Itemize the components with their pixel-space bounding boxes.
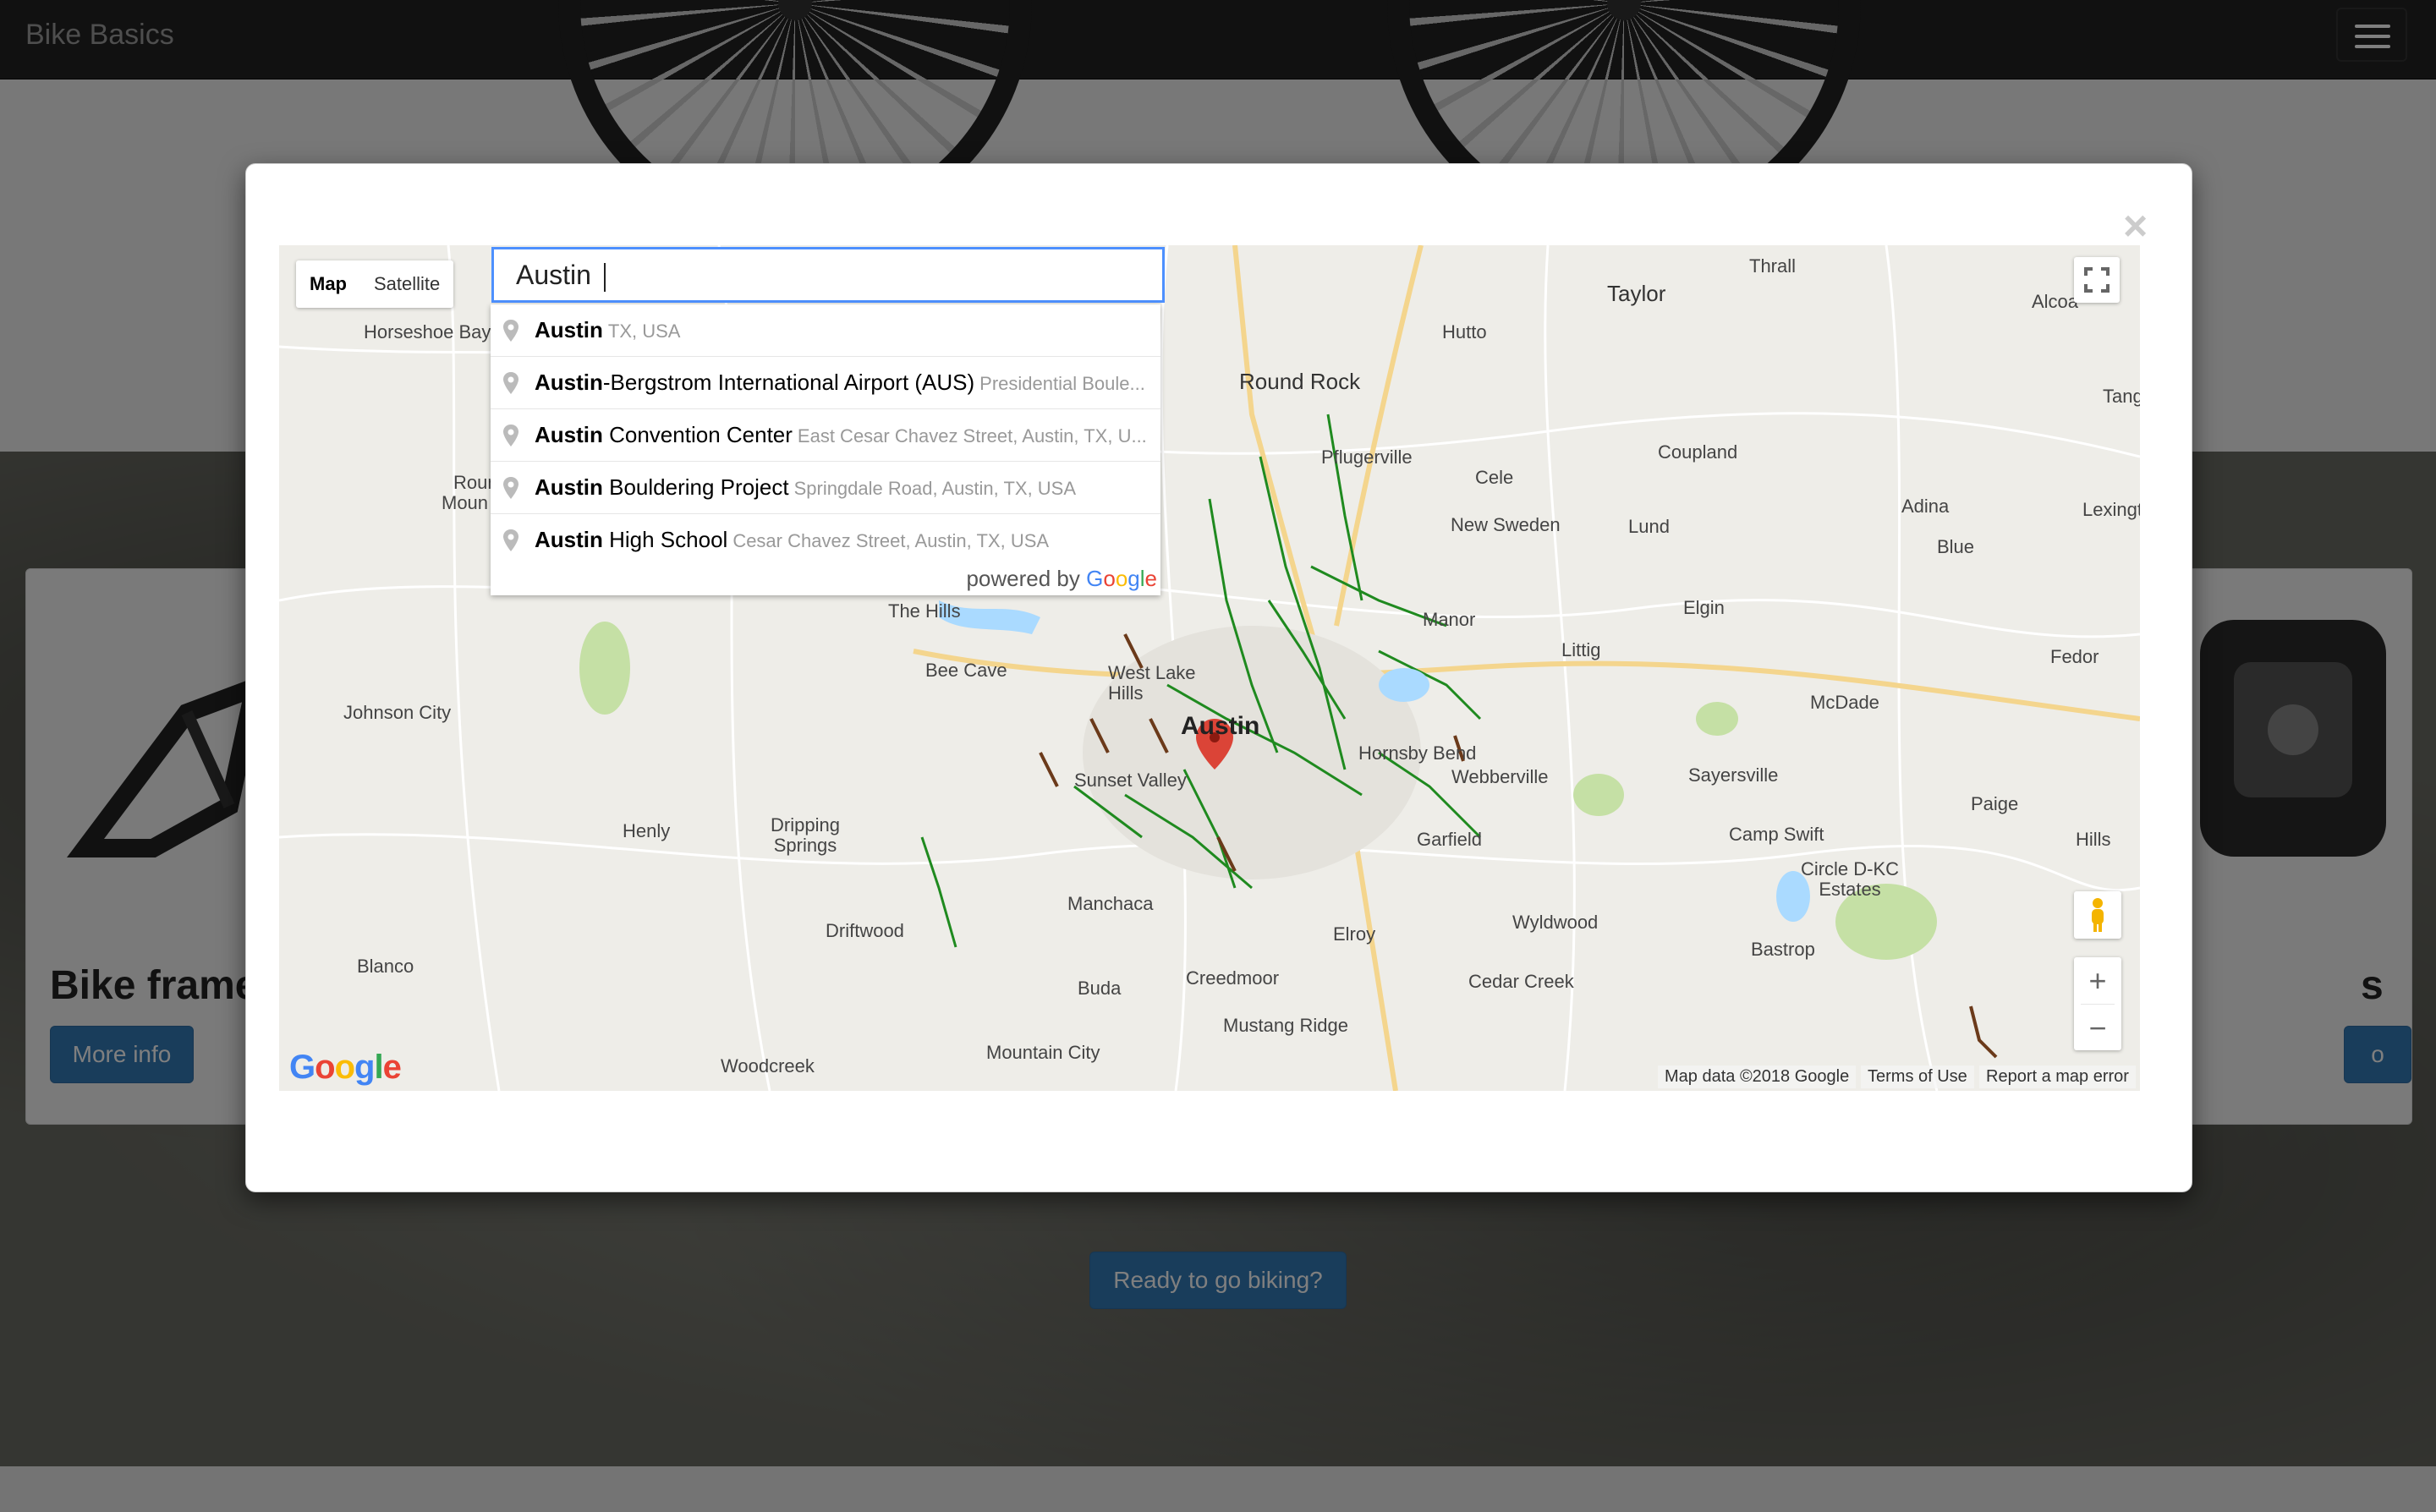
map-label-place: Circle D-KC Estates bbox=[1800, 858, 1900, 900]
fullscreen-icon[interactable] bbox=[2074, 257, 2120, 303]
google-map-logo[interactable]: Google bbox=[289, 1049, 402, 1087]
map-label-place: Blue bbox=[1937, 536, 1975, 557]
map-label-place: New Sweden bbox=[1451, 514, 1561, 535]
map-label-place: Cele bbox=[1475, 467, 1514, 488]
map-label-place: Manor bbox=[1423, 609, 1476, 630]
location-pin-icon bbox=[503, 372, 518, 394]
map-label-place: Taylor bbox=[1607, 281, 1666, 306]
map-label-place: McDade bbox=[1810, 692, 1879, 713]
terms-of-use-link[interactable]: Terms of Use bbox=[1861, 1066, 1974, 1088]
autocomplete-secondary: Presidential Boule... bbox=[979, 373, 1145, 394]
map-label-place: Alcoa bbox=[2032, 291, 2079, 312]
autocomplete-match: Austin bbox=[535, 370, 603, 395]
map-label-place: Hills bbox=[2076, 829, 2111, 850]
zoom-out-button[interactable]: − bbox=[2074, 1005, 2121, 1051]
powered-by-text: powered by bbox=[966, 566, 1080, 591]
map-label-place: Sunset Valley bbox=[1074, 770, 1187, 791]
map-label-place: Wyldwood bbox=[1512, 912, 1599, 933]
map-label-place: Hutto bbox=[1442, 321, 1487, 342]
map-label-place: Blanco bbox=[357, 956, 414, 977]
close-icon[interactable]: × bbox=[2123, 205, 2148, 247]
map-label-place: Coupland bbox=[1658, 441, 1738, 463]
map-type-control: Map Satellite bbox=[296, 260, 454, 308]
map-label-place: Mountain City bbox=[986, 1042, 1100, 1063]
pegman-icon[interactable] bbox=[2074, 891, 2121, 939]
map-label-place: Sayersville bbox=[1688, 764, 1779, 786]
map-label-austin: Austin bbox=[1181, 712, 1260, 740]
map-label-place: Garfield bbox=[1417, 829, 1483, 850]
location-pin-icon bbox=[503, 529, 518, 551]
map-label-place: West Lake Hills bbox=[1108, 662, 1196, 704]
map-label-place: Paige bbox=[1971, 793, 2019, 814]
location-search-input[interactable]: Austin bbox=[491, 247, 1165, 303]
autocomplete-item[interactable]: Austin Convention Center East Cesar Chave… bbox=[491, 408, 1160, 461]
report-map-error-link[interactable]: Report a map error bbox=[1979, 1066, 2136, 1088]
map-label-place: Henly bbox=[623, 820, 671, 841]
map-label-place: Pflugerville bbox=[1321, 446, 1413, 468]
autocomplete-dropdown: Austin TX, USA Austin-Bergstrom Internati… bbox=[491, 304, 1160, 595]
autocomplete-item[interactable]: Austin Bouldering Project Springdale Road… bbox=[491, 461, 1160, 513]
autocomplete-secondary: Cesar Chavez Street, Austin, TX, USA bbox=[732, 530, 1050, 551]
map-label-place: The Hills bbox=[888, 600, 961, 622]
map-label-place: Driftwood bbox=[826, 920, 904, 941]
text-caret bbox=[603, 262, 606, 292]
autocomplete-rest: -Bergstrom International Airport (AUS) bbox=[602, 370, 975, 395]
map-label-place: Thrall bbox=[1749, 255, 1797, 277]
map-label-place: Camp Swift bbox=[1729, 824, 1824, 845]
map-label-place: Hornsby Bend bbox=[1358, 742, 1477, 764]
autocomplete-match: Austin bbox=[535, 422, 603, 447]
map-label-place: Fedor bbox=[2050, 646, 2099, 667]
map-label-place: Dripping Springs bbox=[771, 814, 840, 856]
map-label-place: Webberville bbox=[1451, 766, 1549, 787]
autocomplete-item[interactable]: Austin TX, USA bbox=[491, 304, 1160, 356]
map-label-place: Cedar Creek bbox=[1468, 971, 1574, 992]
location-pin-icon bbox=[503, 477, 518, 499]
location-pin-icon bbox=[503, 320, 518, 342]
map-label-place: Lexingt bbox=[2082, 499, 2140, 520]
map-label-place: Manchaca bbox=[1067, 893, 1154, 914]
map-label-place: Elgin bbox=[1683, 597, 1725, 618]
map-type-satellite-button[interactable]: Satellite bbox=[360, 260, 453, 308]
google-logo: Google bbox=[1086, 566, 1157, 591]
map-label-place: Buda bbox=[1078, 978, 1122, 999]
autocomplete-secondary: TX, USA bbox=[607, 320, 681, 342]
map-label-place: Horseshoe Bay bbox=[364, 321, 491, 342]
map-label-place: Mustang Ridge bbox=[1223, 1015, 1348, 1036]
map-label-place: Bastrop bbox=[1751, 939, 1815, 960]
map-label-place: Elroy bbox=[1333, 923, 1376, 945]
map-data-attribution: Map data ©2018 Google bbox=[1658, 1066, 1857, 1088]
search-value: Austin bbox=[516, 260, 599, 290]
location-pin-icon bbox=[503, 425, 518, 446]
autocomplete-rest: Convention Center bbox=[602, 422, 793, 447]
map-label-place: Johnson City bbox=[343, 702, 452, 723]
map-label-place: Woodcreek bbox=[721, 1055, 815, 1076]
map-label-place: Moun bbox=[442, 492, 489, 513]
map-label-place: Adina bbox=[1901, 496, 1950, 517]
map-label-place: Littig bbox=[1561, 639, 1601, 660]
autocomplete-rest: High School bbox=[602, 527, 728, 552]
zoom-in-button[interactable]: + bbox=[2074, 957, 2121, 1004]
map-label-place: Creedmoor bbox=[1186, 967, 1280, 989]
map-type-map-button[interactable]: Map bbox=[296, 260, 360, 308]
autocomplete-item[interactable]: Austin-Bergstrom International Airport (… bbox=[491, 356, 1160, 408]
map-label-place: Bee Cave bbox=[925, 660, 1007, 681]
powered-by-google: powered by Google bbox=[966, 566, 1157, 592]
autocomplete-secondary: East Cesar Chavez Street, Austin, TX, U.… bbox=[797, 425, 1147, 446]
map-label-place: Tang bbox=[2103, 386, 2140, 407]
zoom-control: + − bbox=[2074, 957, 2121, 1050]
autocomplete-match: Austin bbox=[535, 474, 603, 500]
autocomplete-match: Austin bbox=[535, 317, 603, 342]
autocomplete-secondary: Springdale Road, Austin, TX, USA bbox=[793, 478, 1077, 499]
autocomplete-item[interactable]: Austin High School Cesar Chavez Street, A… bbox=[491, 513, 1160, 566]
map-label-place: Round Rock bbox=[1239, 369, 1361, 394]
map-label-place: Lund bbox=[1628, 516, 1670, 537]
autocomplete-match: Austin bbox=[535, 527, 603, 552]
autocomplete-rest: Bouldering Project bbox=[602, 474, 789, 500]
